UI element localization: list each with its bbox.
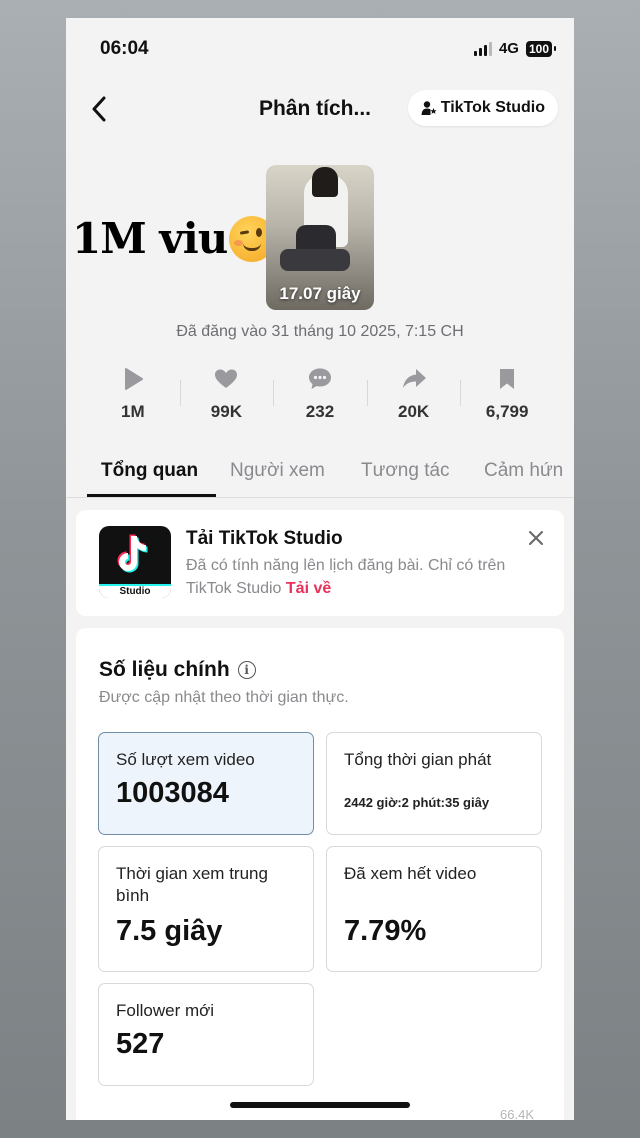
tab-overview[interactable]: Tổng quan [101,460,198,482]
active-tab-indicator [87,494,216,497]
tab-bar: Tổng quan Người xem Tương tác Cảm hứn [66,458,574,498]
chevron-left-icon [92,96,106,122]
tiktok-studio-logo-icon: Studio [99,526,171,598]
metric-average-watch-time[interactable]: Thời gian xem trung bình 7.5 giây [98,846,314,972]
page-title: Phân tích... [259,97,372,120]
studio-promo-card: Studio Tải TikTok Studio Đã có tính năng… [76,510,564,616]
metric-label: Thời gian xem trung bình [116,864,268,905]
promo-description-text: Đã có tính năng lên lịch đăng bài. Chỉ c… [186,557,506,597]
stat-likes: 99K [179,366,274,430]
metric-video-views[interactable]: Số lượt xem video 1003084 [98,732,314,835]
tab-viewers[interactable]: Người xem [230,460,325,482]
metric-label: Đã xem hết video [344,864,477,883]
stats-row: 1M 99K 232 20K 6,799 [86,366,554,430]
tiktok-studio-button[interactable]: TikTok Studio [407,90,558,126]
home-indicator [230,1102,410,1108]
metric-total-play-time[interactable]: Tổng thời gian phát 2442 giờ:2 phút:35 g… [326,732,542,835]
close-button[interactable] [524,526,548,550]
status-time: 06:04 [100,38,149,59]
key-metrics-subtitle: Được cập nhật theo thời gian thực. [99,689,349,706]
back-button[interactable] [84,92,114,126]
metric-new-followers[interactable]: Follower mới 527 [98,983,314,1086]
metric-watched-full-video[interactable]: Đã xem hết video 7.79% [326,846,542,972]
bookmark-icon [500,369,515,389]
stat-views-value: 1M [120,402,145,421]
status-icons: 4G 100 [473,40,557,57]
header: Phân tích... TikTok Studio [66,88,574,130]
heart-icon [215,369,238,388]
studio-logo-label: Studio [99,584,171,598]
overlay-caption: 1M viu [72,214,276,263]
tab-inspiration[interactable]: Cảm hứn [484,460,563,482]
signal-icon [473,41,492,56]
key-metrics-card: Số liệu chính i Được cập nhật theo thời … [76,628,564,1120]
video-duration: 17.07 giây [279,284,361,303]
promo-description: Đã có tính năng lên lịch đăng bài. Chỉ c… [186,554,506,600]
posted-date: Đã đăng vào 31 tháng 10 2025, 7:15 CH [176,323,464,340]
stat-views: 1M [86,366,180,430]
key-metrics-title-text: Số liệu chính [99,658,230,681]
video-thumbnail[interactable]: 17.07 giây [266,165,374,310]
stat-shares-value: 20K [397,402,430,421]
stat-shares: 20K [366,366,461,430]
partially-hidden-value: 66.4K [500,1107,534,1120]
stat-likes-value: 99K [210,402,242,421]
info-icon[interactable]: i [237,661,256,679]
close-icon [529,531,543,545]
metric-value: 1003084 [116,777,229,809]
play-icon [124,368,143,390]
user-star-icon [421,101,437,115]
phone-screen: 06:04 4G 100 Phân tích... TikTok Studio … [66,18,574,1120]
stat-comments-value: 232 [305,402,335,421]
promo-title: Tải TikTok Studio [186,528,343,549]
comment-icon [308,368,331,389]
stat-saves: 6,799 [460,366,554,430]
metric-label: Số lượt xem video [116,750,255,769]
download-link[interactable]: Tải về [286,580,331,597]
metric-label: Follower mới [116,1001,215,1020]
share-icon [402,369,426,388]
network-type: 4G [498,40,519,57]
key-metrics-title: Số liệu chính i [99,658,256,682]
metric-value: 7.79% [344,915,427,947]
tab-engagement[interactable]: Tương tác [361,460,450,482]
metric-value: 527 [116,1028,165,1060]
battery-icon: 100 [525,40,557,57]
overlay-caption-text: 1M viu [72,214,228,263]
metric-value: 2442 giờ:2 phút:35 giây [344,795,490,810]
stat-comments: 232 [273,366,367,430]
metric-label: Tổng thời gian phát [344,750,492,769]
tiktok-studio-label: TikTok Studio [440,99,545,116]
stat-saves-value: 6,799 [485,402,529,421]
status-bar: 06:04 4G 100 [66,38,574,62]
metric-value: 7.5 giây [116,915,223,947]
